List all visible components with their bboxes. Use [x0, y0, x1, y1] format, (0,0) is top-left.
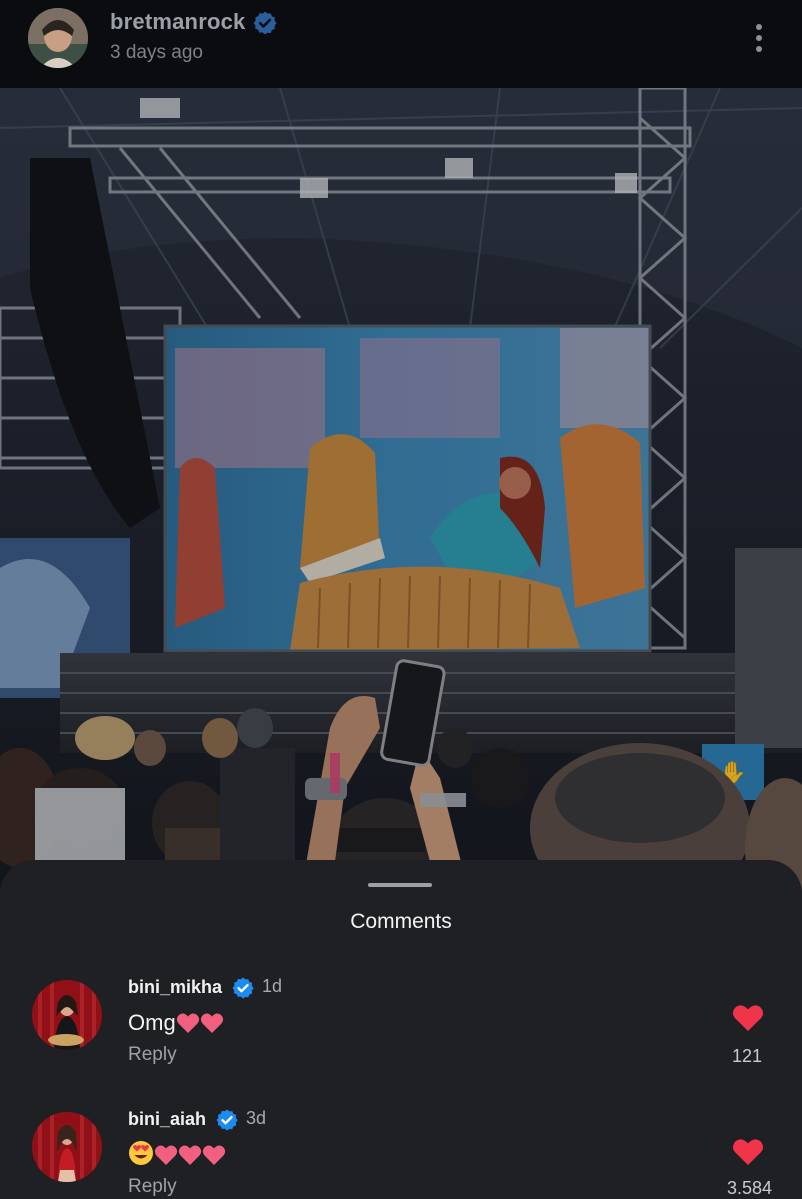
pink-heart-icon — [176, 1013, 199, 1033]
like-heart-icon[interactable] — [732, 1004, 764, 1032]
verified-badge-icon — [216, 1109, 238, 1131]
comment-text — [128, 1140, 226, 1168]
pink-heart-icon — [154, 1145, 178, 1165]
author-username-text: bretmanrock — [110, 9, 246, 34]
author-avatar[interactable] — [28, 8, 88, 68]
like-count: 121 — [731, 1046, 762, 1066]
pink-heart-icon — [200, 1013, 223, 1033]
author-username[interactable]: bretmanrock — [110, 9, 278, 36]
app-screen: bretmanrock 3 days ago ✋ Comments bini_m… — [0, 0, 802, 1199]
comment-item: bini_mikha 1d Omg Reply 121 — [0, 972, 802, 1092]
verified-badge-icon — [253, 11, 277, 35]
post-photo[interactable]: ✋ — [0, 88, 802, 898]
concert-photo-illustration: ✋ — [0, 88, 802, 898]
commenter-username-text: bini_aiah — [128, 1108, 207, 1129]
avatar-photo-icon — [32, 1112, 102, 1182]
commenter-username[interactable]: bini_mikha — [128, 976, 255, 1000]
comments-sheet: Comments bini_mikha 1d Omg Reply 121 bin… — [0, 860, 802, 1199]
comments-title: Comments — [350, 910, 452, 933]
commenter-username[interactable]: bini_aiah — [128, 1108, 239, 1132]
pink-heart-icon — [202, 1145, 226, 1165]
comment-text: Omg — [128, 1010, 224, 1036]
pink-heart-icon — [178, 1145, 202, 1165]
more-vertical-icon-dot — [756, 46, 762, 52]
commenter-avatar[interactable] — [32, 980, 102, 1050]
reply-button[interactable]: Reply — [128, 1044, 177, 1066]
reply-button[interactable]: Reply — [128, 1176, 177, 1198]
comment-time: 3d — [246, 1108, 267, 1128]
comment-time: 1d — [262, 976, 283, 996]
commenter-username-text: bini_mikha — [128, 976, 223, 997]
avatar-photo-icon — [32, 980, 102, 1050]
like-heart-icon[interactable] — [732, 1138, 764, 1166]
more-options-button[interactable] — [742, 18, 776, 58]
like-count: 3.584 — [726, 1178, 772, 1198]
comment-item: bini_aiah 3d Reply 3.584 — [0, 1104, 802, 1199]
avatar-photo-icon — [28, 8, 88, 68]
comment-text-content: Omg — [128, 1010, 176, 1035]
post-header: bretmanrock 3 days ago — [0, 0, 802, 88]
heart-eyes-icon — [129, 1141, 153, 1165]
more-vertical-icon — [756, 24, 762, 30]
post-timestamp: 3 days ago — [110, 42, 203, 63]
commenter-avatar[interactable] — [32, 1112, 102, 1182]
verified-badge-icon — [232, 977, 254, 999]
drag-handle[interactable] — [368, 883, 432, 887]
more-vertical-icon-dot — [756, 35, 762, 41]
